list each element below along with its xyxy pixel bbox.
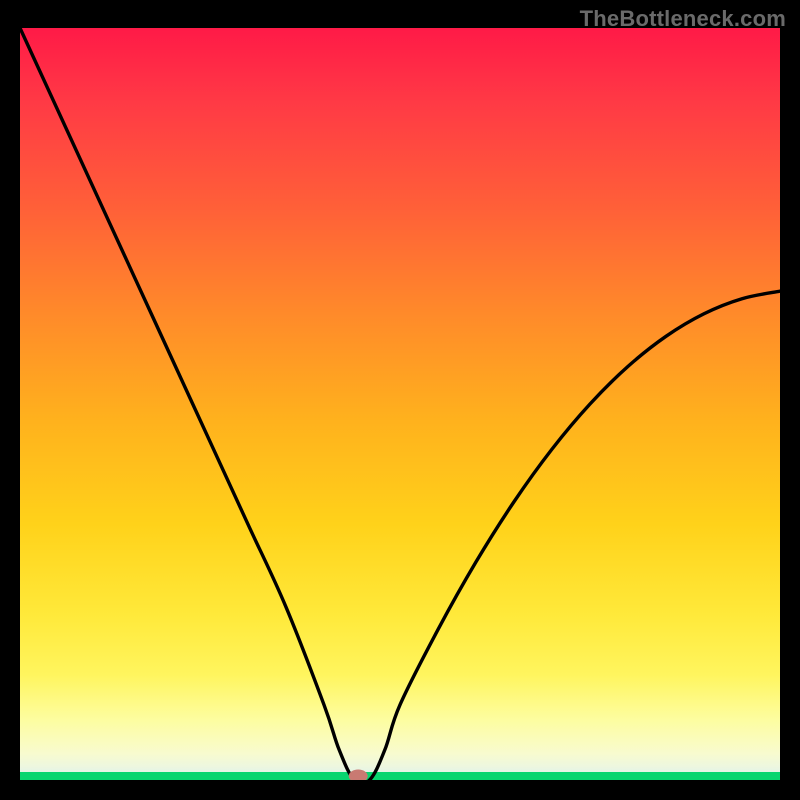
chart-plot-area [20,28,780,780]
minimum-marker-icon [349,770,367,780]
chart-svg [20,28,780,780]
baseline-green-band [20,772,780,780]
chart-stage: TheBottleneck.com [0,0,800,800]
bottleneck-curve [20,28,780,780]
